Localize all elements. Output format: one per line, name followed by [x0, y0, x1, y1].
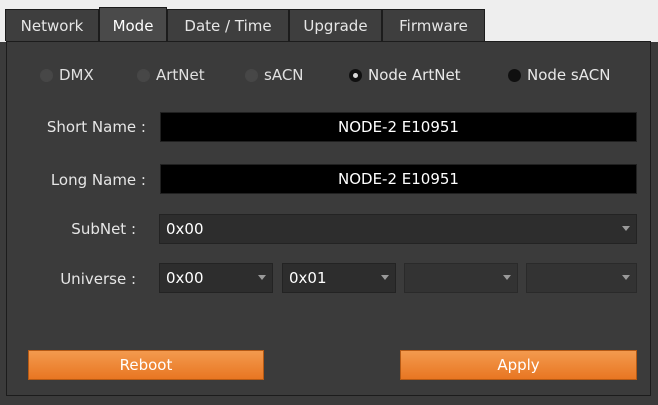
- radio-indicator: [245, 68, 258, 82]
- universe-select-3[interactable]: [404, 263, 518, 293]
- chevron-down-icon: [503, 275, 511, 280]
- tab-firmware[interactable]: Firmware: [382, 9, 485, 41]
- chevron-down-icon: [258, 275, 266, 280]
- mode-radio-dmx[interactable]: DMX: [40, 62, 94, 88]
- universe-label: Universe :: [60, 270, 136, 288]
- long-name-label: Long Name :: [50, 171, 146, 189]
- radio-indicator: [40, 68, 53, 82]
- universe-select-2[interactable]: 0x01: [282, 263, 396, 293]
- short-name-field[interactable]: NODE-2 E10951: [160, 112, 637, 142]
- long-name-field[interactable]: NODE-2 E10951: [160, 164, 637, 194]
- chevron-down-icon: [622, 226, 630, 231]
- mode-radio-node-sacn[interactable]: Node sACN: [508, 62, 610, 88]
- radio-indicator: [137, 68, 150, 82]
- short-name-label: Short Name :: [46, 118, 146, 136]
- tab-network[interactable]: Network: [5, 9, 99, 41]
- reboot-button[interactable]: Reboot: [28, 350, 264, 380]
- universe-select-4[interactable]: [526, 263, 637, 293]
- chevron-down-icon: [622, 275, 630, 280]
- mode-radio-node-artnet[interactable]: Node ArtNet: [349, 62, 461, 88]
- chevron-down-icon: [381, 275, 389, 280]
- subnet-select[interactable]: 0x00: [159, 214, 637, 244]
- subnet-label: SubNet :: [71, 220, 136, 238]
- tab-upgrade[interactable]: Upgrade: [289, 9, 382, 41]
- apply-button[interactable]: Apply: [400, 350, 637, 380]
- tab-bar: Network Mode Date / Time Upgrade Firmwar…: [0, 0, 658, 43]
- mode-radio-sacn[interactable]: sACN: [245, 62, 304, 88]
- radio-indicator: [349, 68, 362, 82]
- tab-mode[interactable]: Mode: [99, 7, 167, 43]
- mode-radio-artnet[interactable]: ArtNet: [137, 62, 205, 88]
- radio-indicator: [508, 68, 521, 82]
- universe-select-1[interactable]: 0x00: [159, 263, 273, 293]
- tab-date-time[interactable]: Date / Time: [167, 9, 289, 41]
